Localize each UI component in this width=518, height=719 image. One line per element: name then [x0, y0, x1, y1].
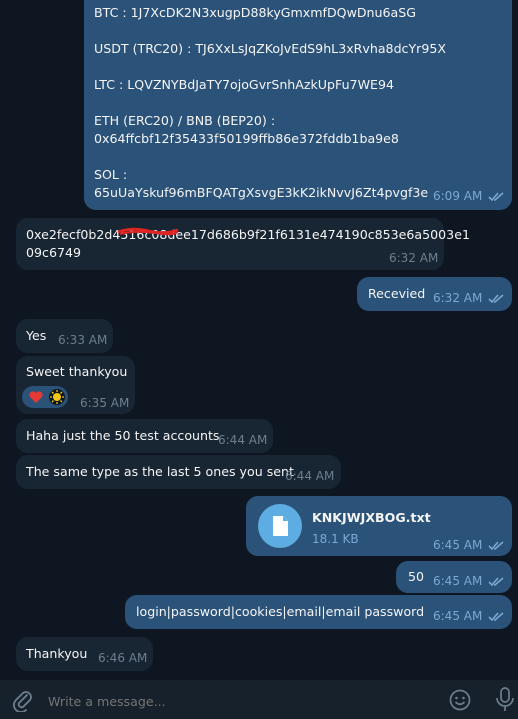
message-same-type[interactable]: The same type as the last 5 ones you sen…	[16, 455, 341, 489]
read-ticks-icon	[488, 577, 504, 587]
file-size: 18.1 KB	[312, 532, 359, 546]
hash-line-2: 09c6749	[26, 245, 81, 260]
message-text: Haha just the 50 test accounts	[26, 428, 220, 443]
message-time: 6:32 AM	[389, 251, 439, 265]
sun-icon[interactable]	[48, 388, 66, 406]
sol-address-line: 65uUaYskuf96mBFQATgXsvgE3kK2ikNvvJ6Zt4pv…	[94, 185, 429, 200]
mic-icon[interactable]	[494, 686, 516, 712]
attach-icon[interactable]	[12, 688, 34, 712]
message-time: 6:35 AM	[80, 396, 130, 410]
usdt-address-line: USDT (TRC20) : TJ6XxLsJqZKoJvEdS9hL3xRvh…	[94, 41, 447, 56]
message-time: 6:45 AM	[433, 538, 483, 552]
sol-label-line: SOL :	[94, 167, 128, 182]
read-ticks-icon	[488, 294, 504, 304]
read-ticks-icon	[488, 612, 504, 622]
message-input[interactable]	[48, 690, 428, 712]
message-time: 6:44 AM	[218, 433, 268, 447]
message-text: Recevied	[368, 286, 426, 301]
reactions[interactable]	[22, 386, 68, 408]
message-time: 6:32 AM	[433, 291, 483, 305]
chat-history[interactable]: BTC : 1J7XcDK2N3xugpD88kyGmxmfDQwDnu6aSG…	[0, 0, 518, 680]
file-icon[interactable]	[258, 504, 302, 548]
message-thankyou[interactable]: Thankyou 6:46 AM	[16, 637, 153, 671]
document-icon	[273, 516, 288, 536]
read-ticks-icon	[488, 192, 504, 202]
message-text: Thankyou	[26, 646, 88, 661]
message-time: 6:45 AM	[433, 609, 483, 623]
read-ticks-icon	[488, 541, 504, 551]
message-text: Sweet thankyou	[26, 364, 128, 379]
message-text: The same type as the last 5 ones you sen…	[26, 464, 294, 479]
message-received[interactable]: Recevied 6:32 AM	[357, 277, 512, 311]
eth-label-line: ETH (ERC20) / BNB (BEP20) :	[94, 113, 276, 128]
message-hash[interactable]: 0xe2fecf0b2d4516c08dee17d686b9f21f6131e4…	[16, 218, 470, 270]
file-name[interactable]: KNKJWJXBOG.txt	[312, 509, 431, 527]
eth-address-line: 0x64ffcbf12f35433f50199ffb86e372fddb1ba9…	[94, 131, 399, 146]
message-fifty[interactable]: 50 6:45 AM	[396, 561, 512, 593]
ltc-address-line: LTC : LQVZNYBdJaTY7ojoGvrSnhAzkUpFu7WE94	[94, 77, 394, 92]
emoji-icon[interactable]	[448, 688, 472, 712]
heart-icon[interactable]	[28, 390, 44, 404]
hash-line-1: 0xe2fecf0b2d4516c08dee17d686b9f21f6131e4…	[26, 227, 470, 242]
btc-address-line: BTC : 1J7XcDK2N3xugpD88kyGmxmfDQwDnu6aSG	[94, 5, 417, 20]
message-text: login|password|cookies|email|email passw…	[136, 604, 425, 619]
message-time: 6:44 AM	[285, 469, 335, 483]
message-time: 6:09 AM	[433, 189, 483, 203]
message-time: 6:46 AM	[98, 651, 148, 665]
message-time: 6:45 AM	[433, 574, 483, 588]
message-crypto-addresses[interactable]: BTC : 1J7XcDK2N3xugpD88kyGmxmfDQwDnu6aSG…	[84, 0, 512, 210]
message-time: 6:33 AM	[58, 333, 108, 347]
message-format[interactable]: login|password|cookies|email|email passw…	[125, 595, 512, 629]
message-text: 50	[408, 569, 425, 584]
message-text: Yes	[26, 328, 47, 343]
message-haha[interactable]: Haha just the 50 test accounts 6:44 AM	[16, 419, 273, 453]
redaction-scribble	[117, 227, 179, 236]
message-yes[interactable]: Yes 6:33 AM	[16, 319, 113, 353]
